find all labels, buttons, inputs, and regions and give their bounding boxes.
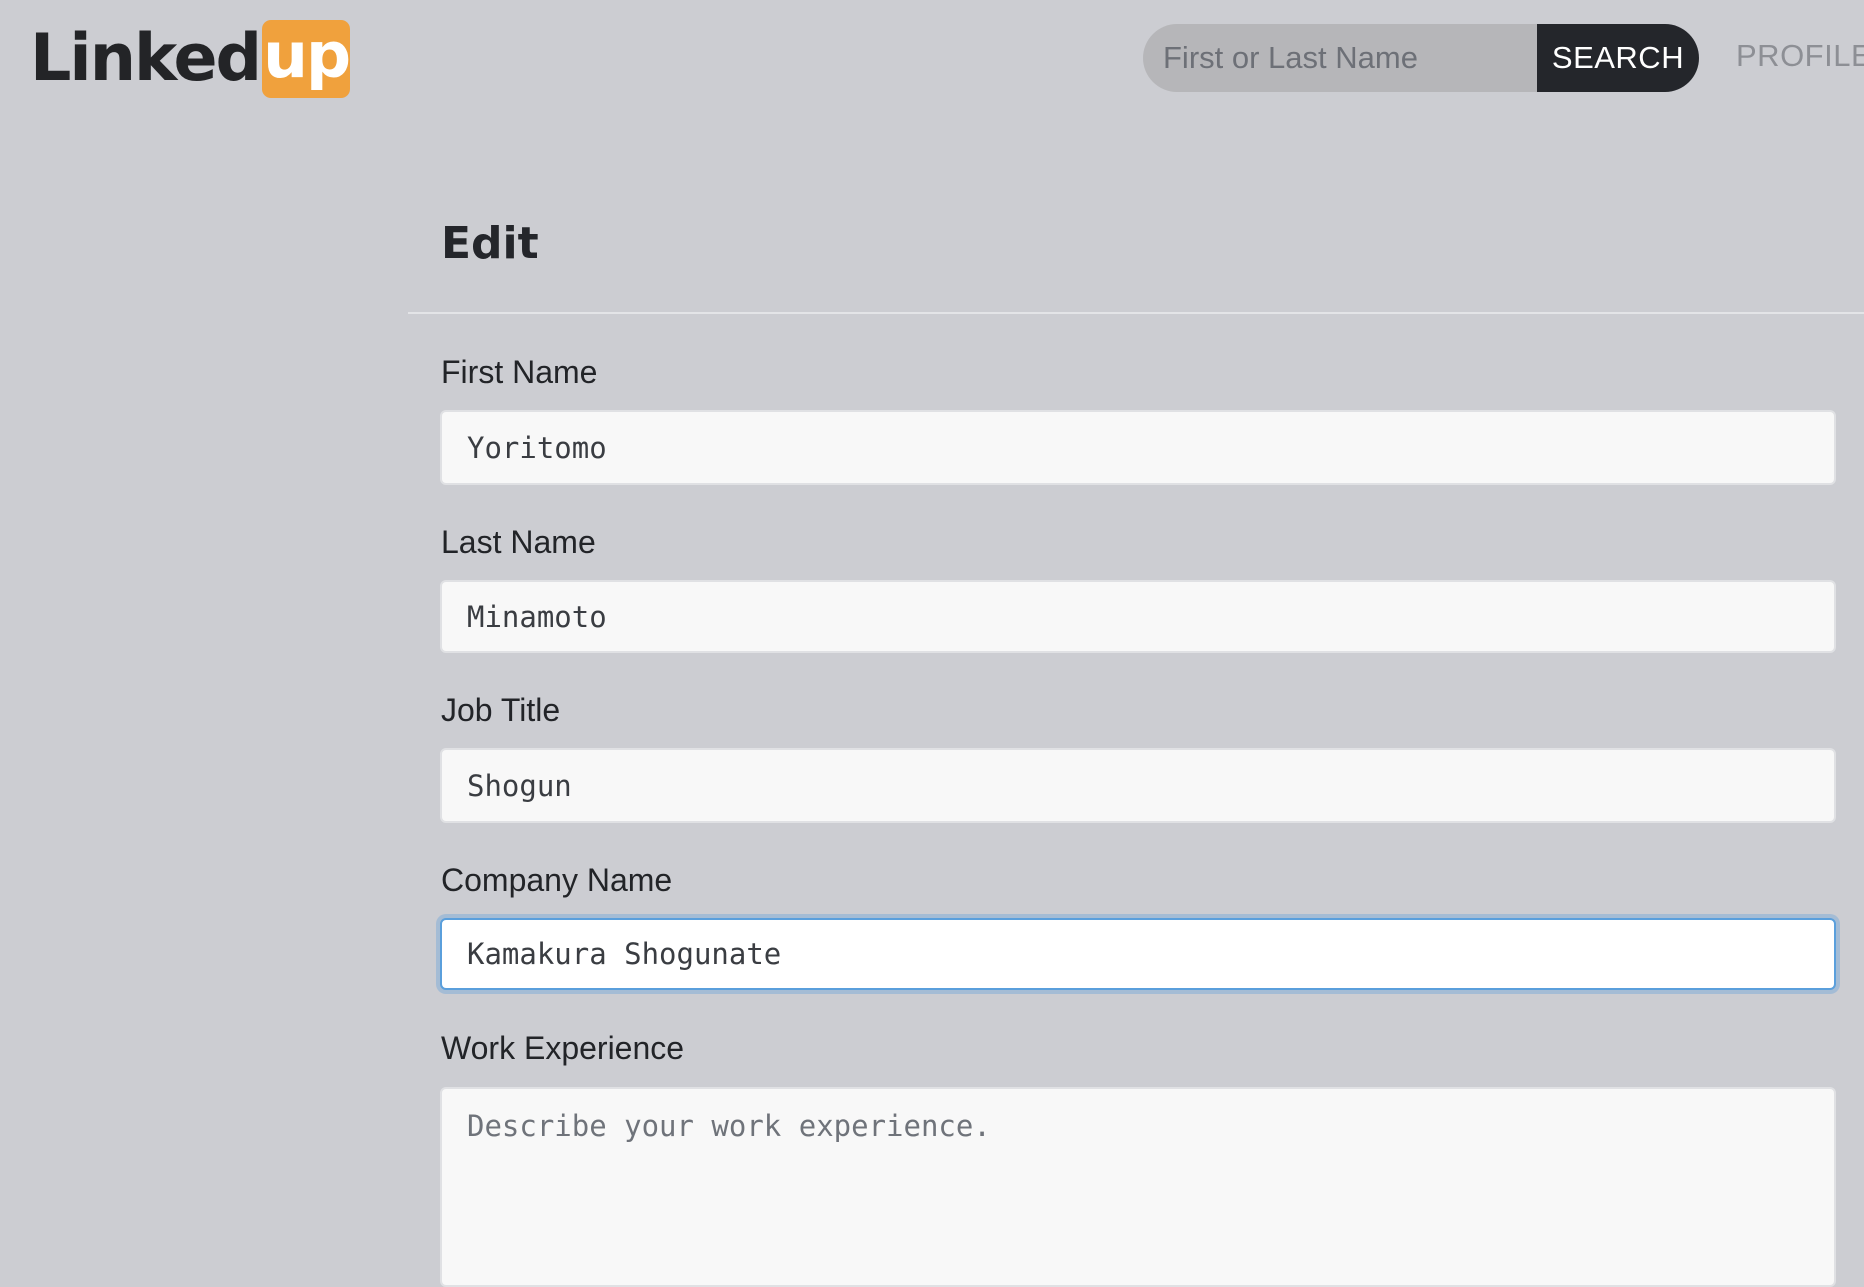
last-name-input[interactable]	[440, 580, 1836, 653]
nav-profile-link[interactable]: PROFILE	[1736, 38, 1864, 74]
first-name-label: First Name	[441, 354, 598, 390]
first-name-input[interactable]	[440, 410, 1836, 485]
search-button[interactable]: SEARCH	[1537, 24, 1699, 92]
logo-highlight-badge: up	[262, 19, 351, 98]
search-input[interactable]	[1143, 24, 1537, 92]
last-name-label: Last Name	[441, 524, 596, 560]
job-title-input[interactable]	[440, 748, 1836, 823]
logo[interactable]: Linked up	[30, 19, 351, 98]
company-name-label: Company Name	[441, 862, 673, 898]
title-divider	[408, 312, 1864, 314]
work-experience-textarea[interactable]	[440, 1087, 1836, 1287]
company-name-input[interactable]	[440, 918, 1836, 990]
work-experience-label: Work Experience	[441, 1030, 685, 1066]
search-bar: SEARCH	[1143, 24, 1699, 92]
job-title-label: Job Title	[441, 692, 561, 728]
logo-text: Linked	[30, 21, 262, 96]
page-title: Edit	[441, 218, 539, 269]
